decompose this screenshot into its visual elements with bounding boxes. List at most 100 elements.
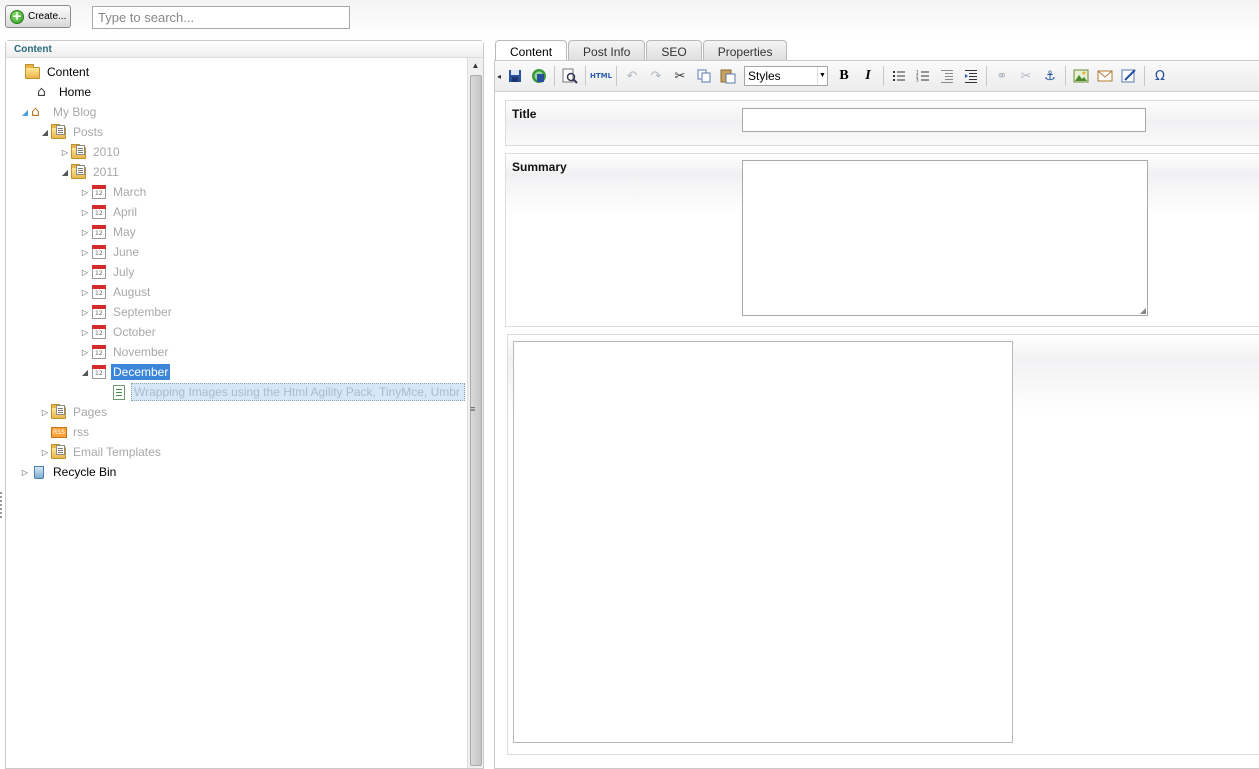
tree-node-april[interactable]: ▷ April	[80, 202, 139, 222]
tree-node-may[interactable]: ▷ May	[80, 222, 138, 242]
tree-panel-header: Content	[6, 41, 483, 58]
bold-button[interactable]: B	[832, 66, 856, 86]
recycle-bin-icon	[30, 464, 48, 480]
tree-node-home[interactable]: ⌂ Home	[26, 82, 93, 102]
tab-content[interactable]: Content	[495, 40, 568, 62]
collapsed-arrow-icon[interactable]: ▷	[80, 328, 90, 337]
link-icon[interactable]: ⚭	[990, 66, 1014, 86]
cut-icon[interactable]: ✂	[668, 66, 692, 86]
tree-node-post-wrapping-images[interactable]: Wrapping Images using the Html Agility P…	[100, 382, 465, 402]
indent-icon[interactable]	[959, 66, 983, 86]
anchor-icon[interactable]: ⚓	[1038, 66, 1062, 86]
grip-icon: ≡	[470, 404, 476, 414]
editor-tabs: Content Post Info SEO Properties	[495, 40, 788, 62]
styles-dropdown[interactable]: Styles ▼	[744, 66, 828, 86]
collapsed-arrow-icon[interactable]: ▷	[80, 188, 90, 197]
editor-toolbar: ◂ HTML ↶ ↷ ✂ Styles ▼ B I 1 2 3 ⚭ ✂ ⚓ Ω	[495, 61, 1259, 92]
expanded-arrow-icon[interactable]: ◢	[60, 168, 70, 177]
panel-splitter[interactable]	[0, 492, 4, 518]
insert-image-icon[interactable]	[1069, 66, 1093, 86]
tree-node-december[interactable]: ◢ December	[80, 362, 171, 382]
create-button[interactable]: + Create...	[5, 5, 71, 28]
rss-icon: RSS	[50, 424, 68, 440]
create-button-label: Create...	[28, 11, 67, 22]
scroll-thumb[interactable]	[470, 75, 482, 766]
outdent-icon[interactable]	[935, 66, 959, 86]
tree-node-pages[interactable]: ▷ Pages	[40, 402, 109, 422]
calendar-icon	[90, 304, 108, 320]
calendar-icon	[90, 244, 108, 260]
tree-node-recycle-bin[interactable]: ▷ Recycle Bin	[20, 462, 118, 482]
tree-node-2010[interactable]: ▷ 2010	[60, 142, 122, 162]
collapsed-arrow-icon[interactable]: ▷	[80, 228, 90, 237]
paste-icon[interactable]	[716, 66, 740, 86]
insert-macro-icon[interactable]	[1093, 66, 1117, 86]
tree-node-posts[interactable]: ◢ Posts	[40, 122, 105, 142]
tree-node-november[interactable]: ▷ November	[80, 342, 170, 362]
special-character-button[interactable]: Ω	[1148, 66, 1172, 86]
italic-button[interactable]: I	[856, 66, 880, 86]
collapsed-arrow-icon[interactable]: ▷	[40, 448, 50, 457]
rich-text-editor[interactable]	[513, 341, 1013, 743]
collapsed-arrow-icon[interactable]: ▷	[80, 208, 90, 217]
unlink-icon[interactable]: ✂	[1014, 66, 1038, 86]
content-tree-panel: Content Content ⌂ Home ◢ ⌂ My Blog ◢ Pos…	[5, 40, 484, 769]
tree-node-august[interactable]: ▷ August	[80, 282, 152, 302]
save-and-publish-icon[interactable]	[527, 66, 551, 86]
calendar-icon	[90, 364, 108, 380]
folder-icon	[50, 124, 68, 140]
tree-scrollbar[interactable]: ▲ ≡	[467, 58, 483, 768]
body-text-row	[507, 334, 1259, 755]
search-input[interactable]	[92, 6, 350, 29]
folder-icon	[50, 404, 68, 420]
collapsed-arrow-icon[interactable]: ▷	[20, 468, 30, 477]
save-icon[interactable]	[503, 66, 527, 86]
house-icon: ⌂	[31, 104, 40, 120]
insert-form-icon[interactable]	[1117, 66, 1141, 86]
numbered-list-icon[interactable]: 123	[911, 66, 935, 86]
copy-icon[interactable]	[692, 66, 716, 86]
calendar-icon	[90, 184, 108, 200]
tab-seo[interactable]: SEO	[646, 40, 702, 61]
collapsed-arrow-icon[interactable]: ▷	[80, 268, 90, 277]
calendar-icon	[90, 344, 108, 360]
collapsed-arrow-icon[interactable]: ▷	[80, 348, 90, 357]
add-icon: +	[10, 8, 24, 24]
tree-node-july[interactable]: ▷ July	[80, 262, 136, 282]
expanded-arrow-icon[interactable]: ◢	[20, 108, 30, 117]
redo-icon[interactable]: ↷	[644, 66, 668, 86]
resize-grip-icon[interactable]: ◢	[1140, 306, 1146, 315]
tree-node-my-blog[interactable]: ◢ ⌂ My Blog	[20, 102, 98, 122]
tree-node-march[interactable]: ▷ March	[80, 182, 148, 202]
collapsed-arrow-icon[interactable]: ▷	[40, 408, 50, 417]
tree-node-rss[interactable]: RSS rss	[40, 422, 91, 442]
tree-node-2011[interactable]: ◢ 2011	[60, 162, 121, 182]
html-source-button[interactable]: HTML	[589, 66, 613, 86]
collapsed-arrow-icon[interactable]: ▷	[80, 308, 90, 317]
svg-text:3: 3	[916, 78, 919, 83]
toolbar-collapse-icon[interactable]: ◂	[495, 72, 503, 81]
undo-icon[interactable]: ↶	[620, 66, 644, 86]
folder-icon	[70, 164, 88, 180]
tree-node-content[interactable]: Content	[14, 62, 91, 82]
calendar-icon	[90, 324, 108, 340]
scroll-up-arrow-icon[interactable]: ▲	[468, 58, 483, 74]
expanded-arrow-icon[interactable]: ◢	[80, 368, 90, 377]
preview-icon[interactable]	[558, 66, 582, 86]
collapsed-arrow-icon[interactable]: ▷	[80, 248, 90, 257]
tree-node-june[interactable]: ▷ June	[80, 242, 141, 262]
calendar-icon	[90, 284, 108, 300]
collapsed-arrow-icon[interactable]: ▷	[60, 148, 70, 157]
tab-post-info[interactable]: Post Info	[568, 40, 646, 61]
bullet-list-icon[interactable]	[887, 66, 911, 86]
expanded-arrow-icon[interactable]: ◢	[40, 128, 50, 137]
summary-label: Summary	[512, 160, 567, 174]
tree-node-september[interactable]: ▷ September	[80, 302, 174, 322]
tree-node-october[interactable]: ▷ October	[80, 322, 158, 342]
editor-panel: ◂ HTML ↶ ↷ ✂ Styles ▼ B I 1 2 3 ⚭ ✂ ⚓ Ω …	[494, 60, 1259, 769]
tab-properties[interactable]: Properties	[702, 40, 788, 61]
collapsed-arrow-icon[interactable]: ▷	[80, 288, 90, 297]
summary-textarea[interactable]: ◢	[742, 160, 1148, 316]
tree-node-email-templates[interactable]: ▷ Email Templates	[40, 442, 163, 462]
title-input[interactable]	[742, 108, 1146, 132]
